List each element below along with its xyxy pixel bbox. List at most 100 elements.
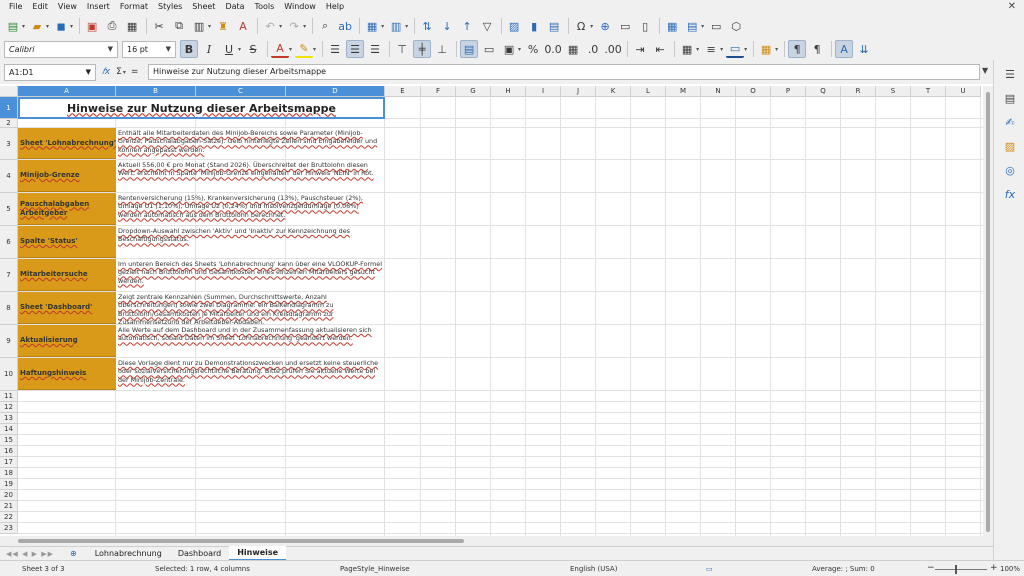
wrap-text-icon[interactable]: ▤ [460, 40, 479, 58]
left-to-right-icon[interactable]: ¶ [788, 40, 807, 58]
tab-hinweise[interactable]: Hinweise [229, 546, 287, 561]
function-wizard-icon[interactable]: 𝑓x [102, 67, 110, 77]
chevron-down-icon[interactable]: ▾ [381, 23, 384, 30]
row-header-13[interactable]: 13 [0, 413, 18, 424]
border-style-icon[interactable]: ≡ [702, 40, 720, 58]
title-cell[interactable]: Hinweise zur Nutzung dieser Arbeitsmappe [18, 97, 385, 119]
status-zoom[interactable]: 100% [1000, 565, 1020, 573]
row-header-6[interactable]: 6 [0, 226, 18, 259]
label-cell[interactable]: Haftungshinweis [18, 358, 116, 390]
add-sheet-icon[interactable]: ⊕ [70, 549, 77, 558]
font-name-combo[interactable]: Calibri ▼ [4, 40, 118, 58]
underline-icon[interactable]: U [220, 40, 238, 58]
headers-footers-icon[interactable]: ▯ [636, 17, 654, 35]
row-header-2[interactable]: 2 [0, 119, 18, 128]
description-cell[interactable]: Dropdown-Auswahl zwischen 'Aktiv' und 'I… [117, 226, 385, 258]
conditional-format-icon[interactable]: ▦ [757, 40, 775, 58]
increase-indent-icon[interactable]: ⇥ [631, 40, 649, 58]
undo-icon[interactable]: ↶ [261, 17, 279, 35]
text-direction-vertical-icon[interactable]: ⇊ [855, 40, 873, 58]
chevron-down-icon[interactable]: ▾ [123, 69, 126, 76]
vertical-scrollbar-thumb[interactable] [986, 92, 990, 532]
chevron-down-icon[interactable]: ▾ [775, 46, 778, 53]
chevron-down-icon[interactable]: ▾ [744, 46, 747, 53]
chevron-down-icon[interactable]: ▾ [238, 46, 241, 53]
row-header-12[interactable]: 12 [0, 402, 18, 413]
chevron-down-icon[interactable]: ▾ [518, 46, 521, 53]
status-pagestyle[interactable]: PageStyle_Hinweise [340, 565, 410, 573]
spreadsheet-grid[interactable]: A B C D E F G H I J K L M N O P Q R S T U 1 2 3 4 5 6 7 8 9 10 11 12 13 14… [0, 86, 983, 536]
print-preview-icon[interactable]: ▦ [123, 17, 141, 35]
sum-icon[interactable]: Σ [116, 67, 122, 77]
italic-icon[interactable]: I [200, 40, 218, 58]
column-header-p[interactable]: P [771, 86, 806, 97]
name-box[interactable]: A1:D1 ▼ [4, 63, 96, 81]
description-cell[interactable]: Aktuell 556,00 € pro Monat (Stand 2026).… [117, 160, 385, 192]
border-color-icon[interactable]: ▭ [726, 40, 745, 58]
decrease-indent-icon[interactable]: ⇤ [651, 40, 669, 58]
bold-icon[interactable]: B [180, 40, 198, 58]
column-header-q[interactable]: Q [806, 86, 841, 97]
open-folder-icon[interactable]: ▰ [28, 17, 46, 35]
font-color-icon[interactable]: A [271, 40, 290, 58]
zoom-slider-handle[interactable] [955, 565, 957, 574]
horizontal-scrollbar-thumb[interactable] [18, 539, 464, 543]
insert-chart-icon[interactable]: ▮ [525, 17, 543, 35]
column-header-i[interactable]: I [526, 86, 561, 97]
menu-window[interactable]: Window [279, 0, 321, 14]
paste-icon[interactable]: ▥ [190, 17, 208, 35]
row-header-1[interactable]: 1 [0, 97, 18, 119]
strikethrough-icon[interactable]: S [244, 40, 262, 58]
clone-formatting-icon[interactable]: ♜ [214, 17, 232, 35]
row-header-22[interactable]: 22 [0, 512, 18, 523]
menu-format[interactable]: Format [115, 0, 153, 14]
currency-format-icon[interactable]: ▣ [500, 40, 518, 58]
text-direction-horizontal-icon[interactable]: A [835, 40, 854, 58]
chevron-down-icon[interactable]: ▾ [279, 23, 282, 30]
row-header-4[interactable]: 4 [0, 160, 18, 193]
gallery-icon[interactable]: ▨ [1002, 138, 1018, 154]
column-header-g[interactable]: G [456, 86, 491, 97]
column-header-d[interactable]: D [286, 86, 385, 97]
chevron-down-icon[interactable]: ▾ [289, 46, 292, 53]
label-cell[interactable]: Pauschalabgaben Arbeitgeber [18, 193, 116, 225]
sort-ascending-icon[interactable]: ↓ [438, 17, 456, 35]
status-language[interactable]: English (USA) [570, 565, 617, 573]
chevron-down-icon[interactable]: ▾ [22, 23, 25, 30]
row-header-7[interactable]: 7 [0, 259, 18, 292]
column-header-a[interactable]: A [18, 86, 116, 97]
menu-help[interactable]: Help [321, 0, 349, 14]
tab-dashboard[interactable]: Dashboard [170, 547, 229, 560]
row-header-14[interactable]: 14 [0, 424, 18, 435]
menu-edit[interactable]: Edit [27, 0, 53, 14]
menu-styles[interactable]: Styles [153, 0, 187, 14]
print-icon[interactable]: ⎙ [103, 17, 121, 35]
row-header-15[interactable]: 15 [0, 435, 18, 446]
column-header-j[interactable]: J [561, 86, 596, 97]
label-cell[interactable]: Spalte 'Status' [18, 226, 116, 258]
freeze-rows-columns-icon[interactable]: ▤ [683, 17, 701, 35]
zoom-slider[interactable] [935, 569, 987, 570]
delete-decimal-icon[interactable]: .00 [604, 40, 622, 58]
menu-tools[interactable]: Tools [250, 0, 280, 14]
copy-icon[interactable]: ⧉ [170, 17, 188, 35]
split-window-icon[interactable]: ▭ [707, 17, 725, 35]
row-icon[interactable]: ▦ [363, 17, 381, 35]
description-cell[interactable]: Zeigt zentrale Kennzahlen (Summen, Durch… [117, 292, 385, 324]
menu-data[interactable]: Data [220, 0, 249, 14]
save-icon[interactable]: ◼ [52, 17, 70, 35]
row-header-23[interactable]: 23 [0, 523, 18, 534]
find-replace-icon[interactable]: ⌕ [316, 17, 334, 35]
column-header-r[interactable]: R [841, 86, 876, 97]
row-header-5[interactable]: 5 [0, 193, 18, 226]
description-cell[interactable]: Enthält alle Mitarbeiterdaten des Minijo… [117, 128, 385, 159]
zoom-out-icon[interactable]: − [927, 563, 935, 573]
navigator-icon[interactable]: ◎ [1002, 162, 1018, 178]
align-top-icon[interactable]: ⊤ [393, 40, 411, 58]
row-header-8[interactable]: 8 [0, 292, 18, 325]
column-header-m[interactable]: M [666, 86, 701, 97]
row-header-9[interactable]: 9 [0, 325, 18, 358]
comment-icon[interactable]: ▭ [616, 17, 634, 35]
zoom-in-icon[interactable]: + [990, 563, 998, 573]
label-cell[interactable]: Mitarbeitersuche [18, 259, 116, 291]
